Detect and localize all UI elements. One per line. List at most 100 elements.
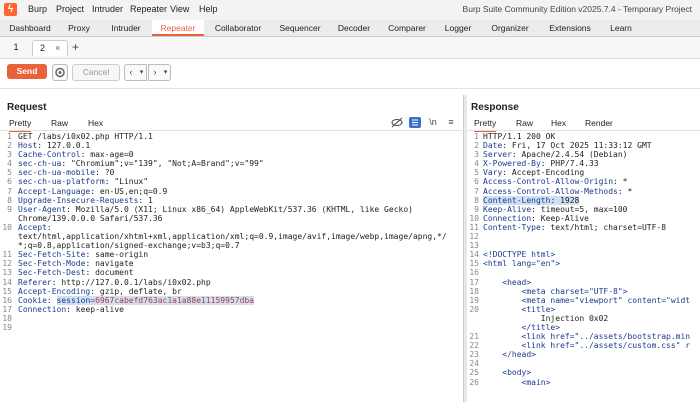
response-html-markup: </title> (483, 322, 561, 332)
cancel-button[interactable]: Cancel (72, 64, 120, 81)
request-header-value: : navigate (85, 259, 134, 269)
response-line: Connection: Keep-Alive (483, 214, 700, 223)
title-bar: ϟ Burp Project Intruder Repeater View He… (0, 0, 700, 21)
request-header-value: : max-age=0 (80, 150, 134, 160)
request-tab-hex[interactable]: Hex (88, 116, 103, 130)
tab-learn[interactable]: Learn (604, 20, 638, 36)
response-line: <body> (483, 368, 700, 377)
response-tab-raw[interactable]: Raw (516, 116, 533, 130)
request-line: sec-ch-ua-mobile: ?0 (18, 168, 462, 177)
repeater-tab-2[interactable]: 2 × (32, 40, 68, 56)
tab-decoder[interactable]: Decoder (332, 20, 376, 36)
forward-menu-chevron-down-icon[interactable]: ▾ (161, 64, 171, 81)
response-html-markup: <link href="../assets/bootstrap.min (483, 332, 691, 342)
response-text: Injection 0x02 (483, 313, 609, 323)
menu-project[interactable]: Project (56, 4, 84, 14)
response-line-number: 7 (474, 186, 479, 196)
gear-icon[interactable] (52, 64, 68, 81)
request-header-name: Upgrade-Insecure-Requests (18, 195, 139, 205)
response-editor[interactable]: 1 2 3 4 5 6 7 8 9 10 11 12 13 14 15 16 17 18 19 20 21 22 23 24 2… (467, 132, 700, 402)
response-line (483, 268, 700, 277)
request-line (18, 314, 462, 323)
request-line: sec-ch-ua: "Chromium";v="139", "Not;A=Br… (18, 159, 462, 168)
response-tab-hex[interactable]: Hex (551, 116, 566, 130)
request-header-name: Accept-Encoding (18, 286, 91, 296)
tab-comparer[interactable]: Comparer (382, 20, 432, 36)
request-line: Referer: http://127.0.0.1/labs/i0x02.php (18, 278, 462, 287)
response-selection: Content-Length: 1928 (483, 195, 580, 205)
menu-view[interactable]: View (170, 4, 189, 14)
response-line-number: 8 (474, 195, 479, 205)
hide-icon[interactable] (391, 117, 403, 128)
response-line-number: 26 (469, 377, 479, 387)
repeater-tab-1[interactable]: 1 (10, 40, 22, 55)
menu-help[interactable]: Help (199, 4, 218, 14)
request-cookie-value: =6967cabefd763ac1a1a88e11159957dba (90, 295, 255, 305)
request-line: Accept-Language: en-US,en;q=0.9 (18, 187, 462, 196)
back-button[interactable]: ‹ (124, 64, 138, 81)
pretty-print-icon[interactable] (409, 117, 421, 128)
menu-icon[interactable]: ≡ (445, 117, 457, 128)
response-header-value: : * (613, 177, 628, 187)
request-header-value: : same-origin (85, 250, 149, 260)
request-title: Request (7, 102, 47, 113)
tab-proxy[interactable]: Proxy (60, 20, 98, 36)
menu-repeater[interactable]: Repeater (130, 4, 167, 14)
request-header-value: : (46, 295, 57, 305)
request-header-name: Referer (18, 277, 52, 287)
request-line-number: 1 (7, 132, 12, 141)
request-line-number: 13 (2, 268, 12, 278)
request-text: text/html,application/xhtml+xml,applicat… (18, 232, 447, 242)
request-line-number: 9 (7, 204, 12, 214)
send-button[interactable]: Send (7, 64, 47, 79)
request-header-name: Cache-Control (18, 150, 81, 160)
request-line: Upgrade-Insecure-Requests: 1 (18, 196, 462, 205)
forward-button[interactable]: › (148, 64, 162, 81)
tab-extensions[interactable]: Extensions (542, 20, 598, 36)
close-icon[interactable]: × (55, 41, 60, 56)
tab-sequencer[interactable]: Sequencer (274, 20, 326, 36)
response-line-number: 22 (469, 341, 479, 351)
response-html-markup: <title> (483, 304, 556, 314)
response-html-markup: <body> (483, 368, 532, 378)
tab-organizer[interactable]: Organizer (484, 20, 536, 36)
back-menu-chevron-down-icon[interactable]: ▾ (137, 64, 147, 81)
response-text: HTTP/1.1 200 OK (483, 132, 556, 141)
request-tab-raw[interactable]: Raw (51, 116, 68, 130)
request-line: Accept: (18, 223, 462, 232)
response-gutter: 1 2 3 4 5 6 7 8 9 10 11 12 13 14 15 16 17 18 19 20 21 22 23 24 2… (467, 132, 479, 387)
request-header-name: Connection (18, 304, 67, 314)
request-header-name: sec-ch-ua-mobile (18, 168, 96, 178)
response-line: <link href="../assets/custom.css" r (483, 341, 700, 350)
response-line-number: 20 (469, 304, 479, 314)
response-html-markup: <link href="../assets/custom.css" r (483, 341, 691, 351)
response-line-number: 23 (469, 350, 479, 360)
response-line: Date: Fri, 17 Oct 2025 11:33:12 GMT (483, 141, 700, 150)
request-line: Sec-Fetch-Dest: document (18, 268, 462, 277)
response-line-number: 3 (474, 150, 479, 160)
response-header-name: Access-Control-Allow-Origin (483, 177, 614, 187)
menu-burp[interactable]: Burp (28, 4, 47, 14)
response-tab-render[interactable]: Render (585, 116, 613, 130)
tab-collaborator[interactable]: Collaborator (208, 20, 268, 36)
request-header-value: : 127.0.0.1 (37, 141, 91, 151)
tab-repeater[interactable]: Repeater (152, 20, 204, 36)
response-line-number: 11 (469, 222, 479, 232)
request-line: User-Agent: Mozilla/5.0 (X11; Linux x86_… (18, 205, 462, 214)
add-tab-icon[interactable]: + (72, 40, 82, 55)
response-line-number: 4 (474, 159, 479, 169)
tab-logger[interactable]: Logger (438, 20, 478, 36)
response-html-markup: <html lang="en"> (483, 259, 561, 269)
menu-intruder[interactable]: Intruder (92, 4, 123, 14)
response-html-markup: <main> (483, 377, 551, 387)
tab-intruder[interactable]: Intruder (104, 20, 148, 36)
tab-dashboard[interactable]: Dashboard (6, 20, 54, 36)
newline-icon[interactable]: \n (427, 117, 439, 128)
response-line-number: 19 (469, 295, 479, 305)
request-line: Sec-Fetch-Site: same-origin (18, 250, 462, 259)
response-line: Vary: Accept-Encoding (483, 168, 700, 177)
request-header-name: sec-ch-ua (18, 159, 62, 169)
response-line-number: 15 (469, 259, 479, 269)
response-line-number (467, 323, 479, 332)
response-line-number: 6 (474, 177, 479, 187)
